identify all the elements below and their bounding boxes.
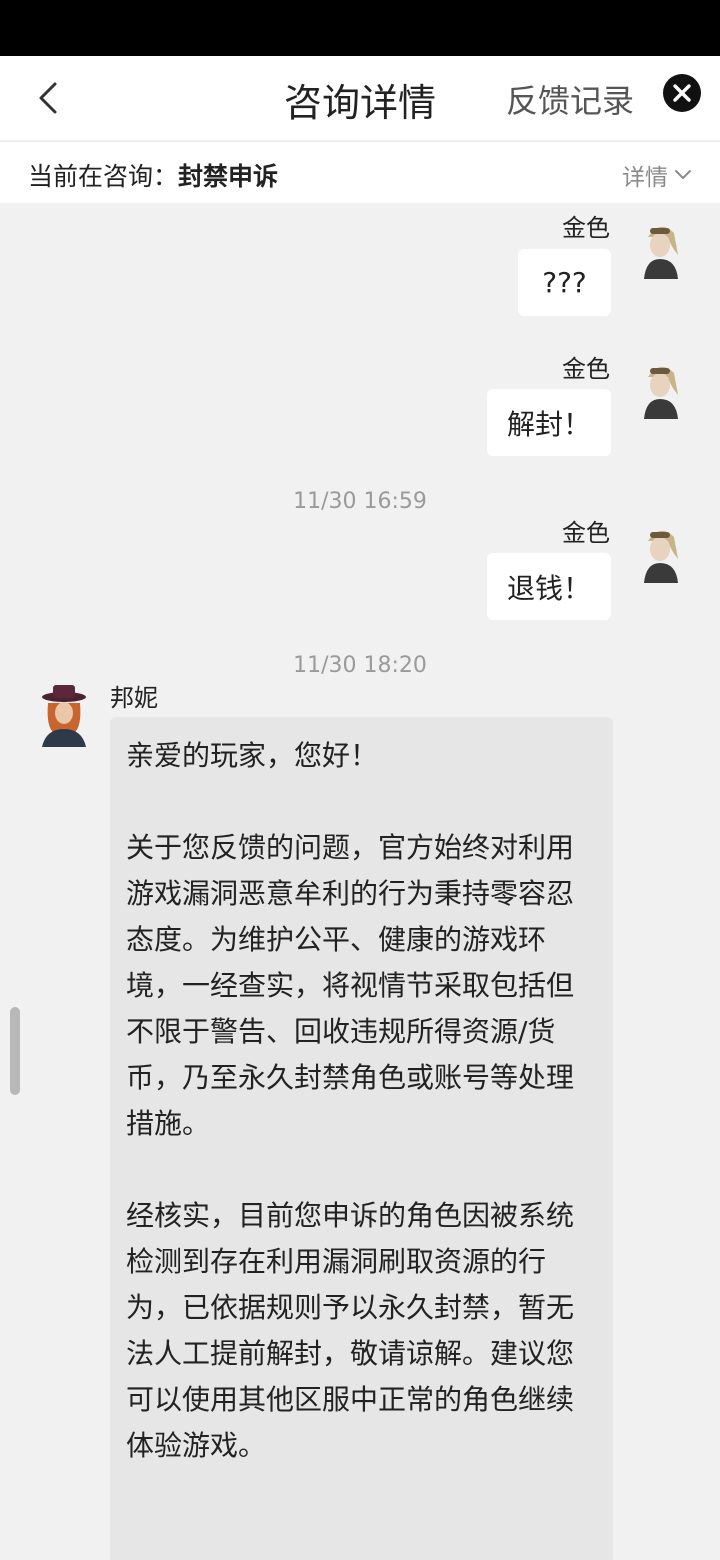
agent-avatar[interactable] [34, 683, 94, 747]
consult-label: 当前在咨询：封禁申诉 [28, 157, 278, 193]
feedback-history-button[interactable]: 反馈记录 [506, 76, 634, 122]
reply-paragraph: 关于您反馈的问题，官方始终对利用游戏漏洞恶意牟利的行为秉持零容忍态度。为维护公平… [126, 831, 575, 1140]
sender-name: 金色 [562, 355, 610, 383]
user-avatar[interactable] [630, 519, 690, 583]
consult-topic: 封禁申诉 [178, 162, 279, 191]
consult-prefix: 当前在咨询： [28, 162, 179, 191]
consult-topic-bar: 当前在咨询：封禁申诉 详情 [0, 141, 720, 203]
agent-name: 邦妮 [110, 684, 158, 712]
reply-greeting: 亲爱的玩家，您好！ [126, 739, 379, 772]
chat-area[interactable]: 金色 ??? 金色 解封！ 11/30 16:59 金色 退钱！ 11/30 1… [0, 203, 720, 1560]
user-avatar[interactable] [630, 355, 690, 419]
detail-label: 详情 [622, 165, 668, 191]
sender-name: 金色 [562, 214, 610, 242]
message-timestamp: 11/30 16:59 [293, 489, 427, 514]
message-timestamp: 11/30 18:20 [293, 653, 427, 678]
user-avatar[interactable] [630, 215, 690, 279]
back-button[interactable] [28, 78, 68, 118]
navigation-bar: 咨询详情 反馈记录 [0, 56, 720, 140]
agent-reply-bubble: 亲爱的玩家，您好！ 关于您反馈的问题，官方始终对利用游戏漏洞恶意牟利的行为秉持零… [110, 717, 613, 1560]
status-bar [0, 0, 720, 56]
detail-toggle-button[interactable]: 详情 [622, 158, 692, 192]
close-icon [673, 84, 691, 102]
scrollbar[interactable] [10, 1007, 20, 1095]
chevron-down-icon [675, 170, 691, 179]
user-message-bubble: ??? [518, 249, 611, 316]
user-message-bubble: 解封！ [487, 389, 611, 456]
user-message-bubble: 退钱！ [487, 553, 611, 620]
reply-paragraph: 经核实，目前您申诉的角色因被系统检测到存在利用漏洞刷取资源的行为，已依据规则予以… [126, 1199, 575, 1462]
chevron-left-icon [39, 82, 57, 114]
close-button[interactable] [663, 74, 701, 112]
sender-name: 金色 [562, 519, 610, 547]
